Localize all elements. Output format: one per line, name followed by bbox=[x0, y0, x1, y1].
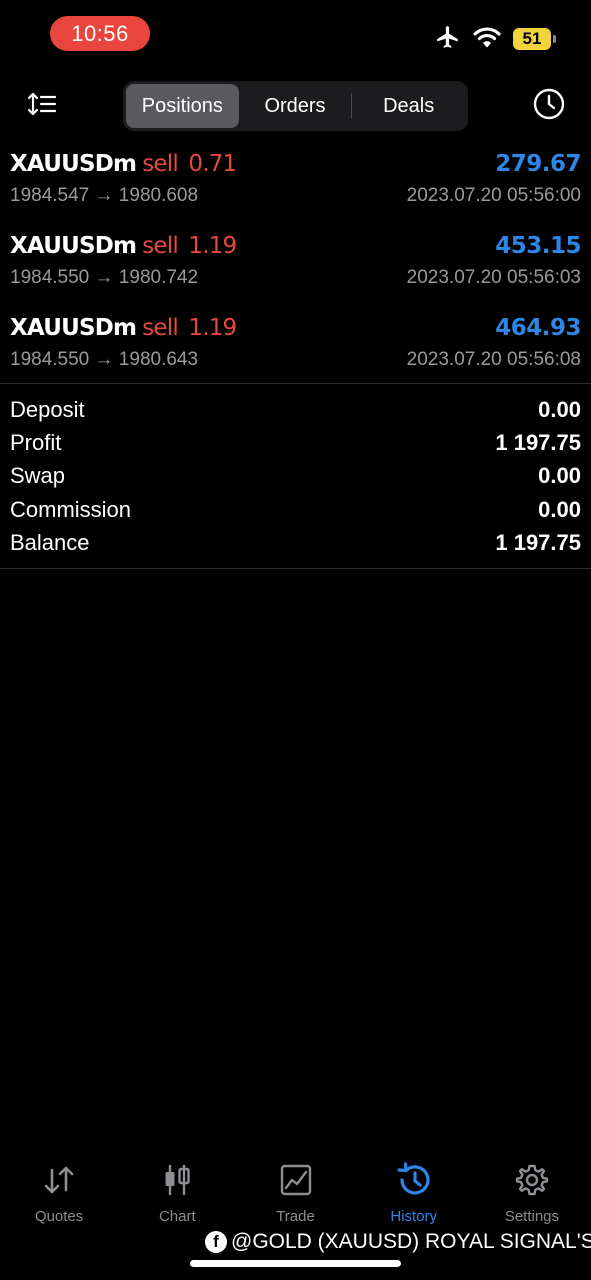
summary-label: Commission bbox=[10, 496, 132, 522]
status-bar: 10:56 51 bbox=[0, 0, 591, 70]
deal-time: 2023.07.20 05:56:03 bbox=[406, 267, 581, 288]
deal-side: sell bbox=[142, 151, 179, 177]
divider bbox=[0, 568, 591, 569]
battery-indicator: 51 bbox=[513, 28, 556, 50]
deal-prices: 1984.547 → 1980.608 bbox=[10, 185, 199, 206]
tab-label: Settings bbox=[504, 1208, 560, 1225]
status-time: 10:56 bbox=[50, 16, 150, 51]
tab-history[interactable]: History bbox=[355, 1160, 473, 1232]
sort-icon bbox=[27, 91, 57, 122]
summary-value: 1 197.75 bbox=[495, 530, 581, 556]
deal-time: 2023.07.20 05:56:08 bbox=[406, 349, 581, 370]
segmented-control: Positions Orders Deals bbox=[123, 81, 468, 131]
summary-value: 0.00 bbox=[538, 496, 581, 522]
watermark: f @GOLD (XAUUSD) ROYAL SIGNAL'S bbox=[205, 1228, 591, 1256]
divider bbox=[0, 383, 591, 384]
deal-profit: 464.93 bbox=[495, 315, 581, 341]
segment-deals[interactable]: Deals bbox=[352, 84, 465, 128]
toolbar: Positions Orders Deals bbox=[0, 80, 591, 132]
deal-prices: 1984.550 → 1980.742 bbox=[10, 267, 199, 288]
deal-symbol: XAUUSDm bbox=[10, 315, 137, 341]
segment-orders[interactable]: Orders bbox=[239, 84, 352, 128]
deals-list: XAUUSDm sell 0.71 279.67 1984.547 → 1980.… bbox=[0, 140, 591, 386]
deal-volume: 1.19 bbox=[188, 233, 237, 259]
tab-label: Trade bbox=[276, 1208, 315, 1225]
settings-icon bbox=[512, 1160, 552, 1200]
summary-row-profit: Profit 1 197.75 bbox=[0, 426, 591, 459]
summary-row-commission: Commission 0.00 bbox=[0, 493, 591, 526]
home-indicator[interactable] bbox=[190, 1260, 401, 1267]
deal-time: 2023.07.20 05:56:00 bbox=[406, 185, 581, 206]
trade-icon bbox=[276, 1160, 316, 1200]
summary-label: Deposit bbox=[10, 396, 85, 422]
tab-trade[interactable]: Trade bbox=[236, 1160, 354, 1232]
deal-volume: 0.71 bbox=[188, 151, 237, 177]
airplane-mode-icon bbox=[435, 24, 461, 55]
summary-row-deposit: Deposit 0.00 bbox=[0, 393, 591, 426]
summary-row-balance: Balance 1 197.75 bbox=[0, 527, 591, 560]
tab-quotes[interactable]: Quotes bbox=[0, 1160, 118, 1232]
tab-bar: Quotes Chart Trade History Settings bbox=[0, 1160, 591, 1232]
deal-row[interactable]: XAUUSDm sell 1.19 453.15 1984.550 → 1980.… bbox=[0, 222, 591, 304]
tab-chart[interactable]: Chart bbox=[118, 1160, 236, 1232]
segment-positions[interactable]: Positions bbox=[126, 84, 239, 128]
facebook-icon: f bbox=[205, 1231, 227, 1253]
summary-value: 0.00 bbox=[538, 463, 581, 489]
tab-settings[interactable]: Settings bbox=[473, 1160, 591, 1232]
summary-label: Swap bbox=[10, 463, 66, 489]
summary-panel: Deposit 0.00 Profit 1 197.75 Swap 0.00 C… bbox=[0, 393, 591, 560]
deal-profit: 279.67 bbox=[495, 151, 581, 177]
deal-symbol: XAUUSDm bbox=[10, 233, 137, 259]
deal-row[interactable]: XAUUSDm sell 0.71 279.67 1984.547 → 1980.… bbox=[0, 140, 591, 222]
chart-icon bbox=[157, 1160, 197, 1200]
watermark-text: @GOLD (XAUUSD) ROYAL SIGNAL'S bbox=[231, 1230, 591, 1253]
status-icons: 51 bbox=[435, 24, 556, 55]
tab-label: Chart bbox=[158, 1208, 196, 1225]
deal-side: sell bbox=[142, 315, 179, 341]
summary-label: Profit bbox=[10, 430, 62, 456]
deal-side: sell bbox=[142, 233, 179, 259]
deal-prices: 1984.550 → 1980.643 bbox=[10, 349, 199, 370]
summary-value: 0.00 bbox=[538, 396, 581, 422]
summary-row-swap: Swap 0.00 bbox=[0, 460, 591, 493]
period-button[interactable] bbox=[529, 86, 569, 126]
sort-button[interactable] bbox=[22, 88, 62, 124]
clock-icon bbox=[532, 87, 566, 126]
tab-label: History bbox=[390, 1208, 438, 1225]
history-icon bbox=[394, 1160, 434, 1200]
deal-volume: 1.19 bbox=[188, 315, 237, 341]
deal-symbol: XAUUSDm bbox=[10, 151, 137, 177]
quotes-icon bbox=[39, 1160, 79, 1200]
wifi-icon bbox=[473, 26, 501, 53]
deal-profit: 453.15 bbox=[495, 233, 581, 259]
deal-row[interactable]: XAUUSDm sell 1.19 464.93 1984.550 → 1980.… bbox=[0, 304, 591, 386]
summary-label: Balance bbox=[10, 530, 90, 556]
summary-value: 1 197.75 bbox=[495, 430, 581, 456]
tab-label: Quotes bbox=[34, 1208, 84, 1225]
